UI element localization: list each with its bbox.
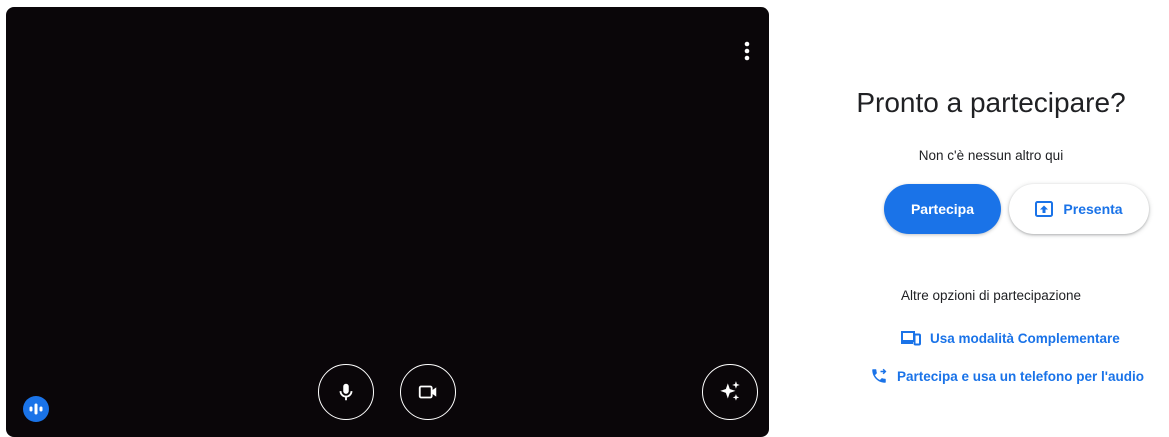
present-button-label: Presenta xyxy=(1063,201,1123,217)
visual-effects-button[interactable] xyxy=(702,364,758,420)
companion-mode-label: Usa modalità Complementare xyxy=(930,330,1120,346)
mic-icon xyxy=(339,383,353,401)
microphone-toggle-button[interactable] xyxy=(318,364,374,420)
phone-audio-label: Partecipa e usa un telefono per l'audio xyxy=(897,368,1145,384)
audio-level-icon xyxy=(29,403,43,415)
page-title: Pronto a partecipare? xyxy=(856,87,1126,118)
audio-level-indicator xyxy=(23,396,49,422)
videocam-icon xyxy=(418,385,437,399)
phone-audio-link[interactable]: Partecipa e usa un telefono per l'audio xyxy=(870,367,1144,385)
present-to-all-icon xyxy=(1035,201,1054,217)
join-panel: Pronto a partecipare? Non c'è nessun alt… xyxy=(769,0,1169,437)
present-button[interactable]: Presenta xyxy=(1009,184,1149,234)
more-vert-icon xyxy=(744,41,750,61)
participants-status: Non c'è nessun altro qui xyxy=(918,148,1064,163)
join-button[interactable]: Partecipa xyxy=(884,184,1001,234)
video-preview xyxy=(6,7,769,437)
join-button-label: Partecipa xyxy=(910,201,975,217)
devices-icon xyxy=(901,331,921,346)
other-options-heading: Altre opzioni di partecipazione xyxy=(900,288,1082,303)
phone-forwarded-icon xyxy=(872,368,887,383)
camera-toggle-button[interactable] xyxy=(400,364,456,420)
more-options-button[interactable] xyxy=(731,33,763,69)
sparkle-icon xyxy=(720,381,740,401)
companion-mode-link[interactable]: Usa modalità Complementare xyxy=(901,330,1120,346)
